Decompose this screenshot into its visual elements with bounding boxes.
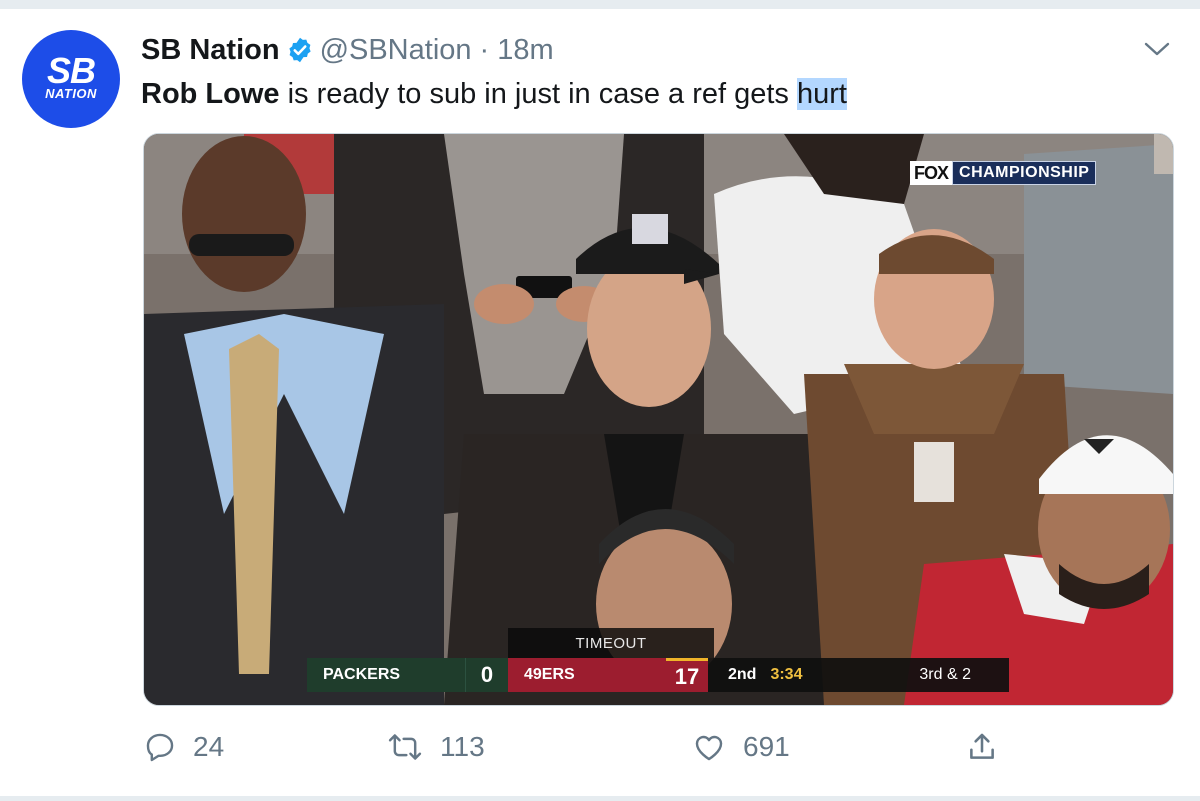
team2-score: 17 bbox=[666, 658, 708, 692]
share-icon bbox=[965, 730, 999, 764]
team2-name: 49ERS bbox=[508, 658, 666, 692]
chevron-down-icon[interactable] bbox=[1142, 36, 1172, 62]
retweet-icon bbox=[386, 730, 424, 764]
avatar-line2: NATION bbox=[45, 86, 97, 101]
avatar-line1: SB bbox=[46, 50, 96, 91]
tweet-text-highlight: hurt bbox=[796, 78, 847, 110]
tweet-actions: 24 113 691 bbox=[141, 727, 1181, 767]
timeout-label: TIMEOUT bbox=[508, 628, 714, 658]
tweet-text-bold: Rob Lowe bbox=[141, 78, 280, 110]
share-button[interactable] bbox=[965, 727, 1015, 767]
game-info: 2nd 3:34 3rd & 2 bbox=[708, 658, 1009, 692]
like-icon bbox=[691, 730, 727, 764]
tweet-media[interactable]: FOX CHAMPIONSHIP TIMEOUT PACKERS 0 49ERS… bbox=[143, 133, 1174, 706]
reply-button[interactable]: 24 bbox=[143, 727, 224, 767]
scorebug: PACKERS 0 49ERS 17 2nd 3:34 3rd & 2 bbox=[307, 658, 1009, 692]
team1-score: 0 bbox=[465, 658, 508, 692]
bottom-separator bbox=[0, 796, 1200, 801]
crowd-photo bbox=[144, 134, 1173, 705]
reply-icon bbox=[143, 730, 177, 764]
like-count: 691 bbox=[743, 731, 790, 762]
tweet-text-main: is ready to sub in just in case a ref ge… bbox=[279, 78, 797, 110]
retweet-count: 113 bbox=[440, 731, 485, 762]
down-distance: 3rd & 2 bbox=[919, 666, 971, 683]
network-badge: FOX CHAMPIONSHIP bbox=[910, 161, 1097, 185]
network-title: CHAMPIONSHIP bbox=[952, 161, 1097, 185]
team1-name: PACKERS bbox=[307, 658, 465, 692]
tweet-timestamp[interactable]: 18m bbox=[497, 34, 553, 67]
tweet-text: Rob Lowe is ready to sub in just in case… bbox=[141, 76, 847, 112]
tweet-header: SB Nation @SBNation · 18m bbox=[141, 32, 554, 68]
top-separator bbox=[0, 0, 1200, 9]
game-clock: 3:34 bbox=[770, 666, 803, 683]
verified-badge-icon bbox=[286, 36, 314, 64]
retweet-button[interactable]: 113 bbox=[386, 727, 485, 767]
network-logo: FOX bbox=[910, 161, 953, 185]
like-button[interactable]: 691 bbox=[691, 727, 790, 767]
author-handle[interactable]: @SBNation bbox=[320, 34, 472, 67]
separator-dot: · bbox=[479, 33, 490, 66]
game-quarter: 2nd bbox=[728, 666, 757, 683]
avatar[interactable]: SB NATION bbox=[22, 30, 120, 128]
reply-count: 24 bbox=[193, 731, 225, 762]
author-name[interactable]: SB Nation bbox=[141, 34, 280, 67]
